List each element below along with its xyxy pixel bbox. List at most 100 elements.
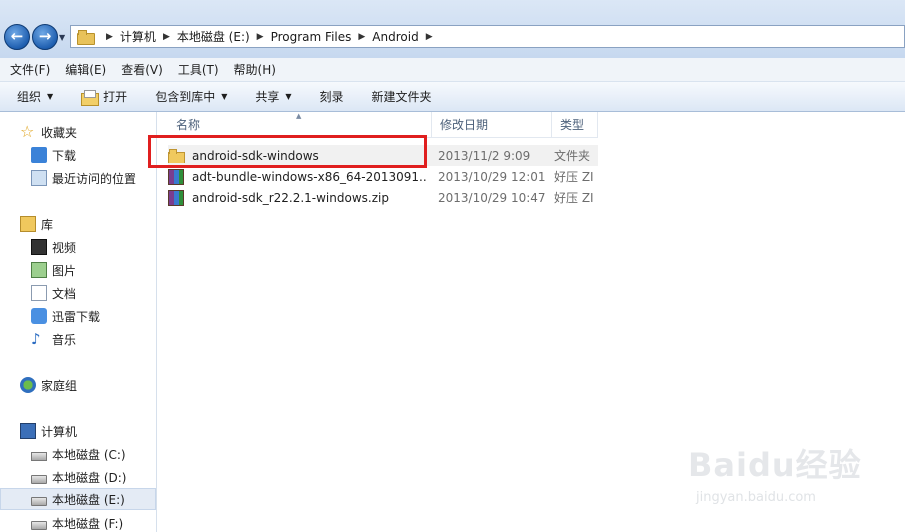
- nav-drive-d[interactable]: 本地磁盘 (D:): [0, 466, 156, 488]
- include-in-library-button[interactable]: 包含到库中 ▼: [155, 88, 227, 105]
- nav-label: 文档: [52, 286, 77, 301]
- nav-label: 本地磁盘 (C:): [52, 447, 126, 462]
- column-date-modified[interactable]: 修改日期: [432, 112, 552, 138]
- include-label: 包含到库中: [155, 90, 216, 104]
- nav-label: 最近访问的位置: [52, 171, 137, 186]
- nav-music[interactable]: ♪ 音乐: [0, 328, 156, 350]
- breadcrumb: ▶ 计算机 ▶ 本地磁盘 (E:) ▶ Program Files ▶ Andr…: [99, 26, 440, 47]
- burn-label: 刻录: [319, 90, 344, 104]
- address-input[interactable]: ▶ 计算机 ▶ 本地磁盘 (E:) ▶ Program Files ▶ Andr…: [70, 25, 905, 48]
- nav-label: 音乐: [52, 332, 77, 347]
- nav-label: 图片: [52, 263, 77, 278]
- drive-icon: [31, 496, 47, 506]
- chevron-right-icon[interactable]: ▶: [419, 32, 440, 42]
- nav-label: 下载: [52, 148, 77, 163]
- chevron-down-icon: ▼: [47, 92, 54, 101]
- nav-homegroup[interactable]: 家庭组: [0, 374, 156, 396]
- zip-archive-icon: [168, 168, 184, 185]
- nav-drive-f[interactable]: 本地磁盘 (F:): [0, 512, 156, 532]
- nav-label: 迅雷下载: [52, 309, 101, 324]
- open-button[interactable]: 打开: [81, 88, 128, 106]
- nav-label: 库: [41, 217, 54, 232]
- forward-button[interactable]: →: [32, 24, 58, 50]
- open-label: 打开: [103, 90, 128, 104]
- nav-label: 本地磁盘 (D:): [52, 470, 127, 485]
- drive-icon: [31, 451, 47, 461]
- chevron-right-icon[interactable]: ▶: [156, 32, 177, 42]
- breadcrumb-computer[interactable]: 计算机: [120, 28, 156, 45]
- recent-pages-dropdown-icon[interactable]: ▼: [59, 33, 65, 42]
- nav-label: 本地磁盘 (E:): [52, 492, 125, 507]
- navigation-pane: ☆ 收藏夹 下载 最近访问的位置 库 视频 图片 文档 迅雷下载 ♪ 音乐 家庭…: [0, 112, 157, 532]
- share-label: 共享: [255, 90, 280, 104]
- nav-drive-e[interactable]: 本地磁盘 (E:): [0, 488, 156, 510]
- chevron-right-icon[interactable]: ▶: [250, 32, 271, 42]
- menu-help[interactable]: 帮助(H): [234, 61, 276, 78]
- pictures-icon: [31, 262, 47, 278]
- nav-libraries[interactable]: 库: [0, 213, 156, 235]
- burn-button[interactable]: 刻录: [320, 88, 344, 105]
- nav-xunlei-downloads[interactable]: 迅雷下载: [0, 305, 156, 327]
- file-row[interactable]: adt-bundle-windows-x86_64-2013091... 201…: [168, 166, 598, 187]
- menu-tools[interactable]: 工具(T): [178, 61, 219, 78]
- music-note-icon: ♪: [31, 330, 41, 348]
- video-icon: [31, 239, 47, 255]
- command-toolbar: 组织 ▼ 打开 包含到库中 ▼ 共享 ▼ 刻录 新建文件夹: [0, 82, 905, 112]
- library-icon: [20, 216, 36, 232]
- forward-arrow-icon: →: [38, 27, 52, 45]
- recent-places-icon: [31, 170, 47, 186]
- document-icon: [31, 285, 47, 301]
- nav-label: 计算机: [41, 424, 78, 439]
- nav-label: 家庭组: [41, 378, 78, 393]
- chevron-right-icon[interactable]: ▶: [351, 32, 372, 42]
- file-name: adt-bundle-windows-x86_64-2013091...: [192, 169, 426, 184]
- share-button[interactable]: 共享 ▼: [255, 88, 291, 105]
- chevron-down-icon: ▼: [285, 92, 292, 101]
- nav-drive-c[interactable]: 本地磁盘 (C:): [0, 443, 156, 465]
- organize-button[interactable]: 组织 ▼: [17, 88, 53, 105]
- file-row[interactable]: android-sdk_r22.2.1-windows.zip 2013/10/…: [168, 187, 598, 208]
- file-date: 2013/10/29 12:01: [438, 169, 546, 184]
- menu-edit[interactable]: 编辑(E): [65, 61, 106, 78]
- breadcrumb-android[interactable]: Android: [372, 30, 418, 44]
- drive-icon: [31, 520, 47, 530]
- back-arrow-icon: ←: [10, 27, 24, 45]
- nav-computer[interactable]: 计算机: [0, 420, 156, 442]
- file-type: 好压 ZI: [554, 170, 594, 184]
- breadcrumb-program-files[interactable]: Program Files: [271, 30, 352, 44]
- nav-pictures[interactable]: 图片: [0, 259, 156, 281]
- breadcrumb-drive-e[interactable]: 本地磁盘 (E:): [177, 28, 250, 45]
- menu-file[interactable]: 文件(F): [10, 61, 50, 78]
- chevron-right-icon[interactable]: ▶: [99, 32, 120, 42]
- nav-favorites[interactable]: ☆ 收藏夹: [0, 121, 156, 143]
- nav-recent-places[interactable]: 最近访问的位置: [0, 167, 156, 189]
- file-date: 2013/11/2 9:09: [438, 148, 531, 163]
- zip-archive-icon: [168, 189, 184, 206]
- star-icon: ☆: [20, 122, 35, 141]
- baidu-jingyan-watermark: Baidu经验 jingyan.baidu.com: [688, 440, 898, 530]
- new-folder-label: 新建文件夹: [371, 90, 432, 104]
- file-name: android-sdk_r22.2.1-windows.zip: [192, 190, 389, 205]
- nav-videos[interactable]: 视频: [0, 236, 156, 258]
- nav-downloads[interactable]: 下载: [0, 144, 156, 166]
- red-highlight-box: [148, 135, 427, 168]
- column-type[interactable]: 类型: [552, 112, 598, 138]
- chevron-down-icon: ▼: [221, 92, 228, 101]
- nav-label: 视频: [52, 240, 77, 255]
- new-folder-button[interactable]: 新建文件夹: [372, 88, 432, 105]
- downloads-icon: [31, 147, 47, 163]
- homegroup-icon: [20, 377, 36, 393]
- nav-label: 收藏夹: [41, 125, 78, 140]
- nav-label: 本地磁盘 (F:): [52, 516, 124, 531]
- menu-view[interactable]: 查看(V): [121, 61, 163, 78]
- xunlei-icon: [31, 308, 47, 324]
- file-type: 文件夹: [554, 149, 591, 163]
- address-bar-area: ← → ▼ ▶ 计算机 ▶ 本地磁盘 (E:) ▶ Program Files …: [0, 0, 905, 58]
- back-button[interactable]: ←: [4, 24, 30, 50]
- watermark-logo: Baidu经验: [688, 446, 862, 484]
- nav-documents[interactable]: 文档: [0, 282, 156, 304]
- organize-label: 组织: [17, 90, 42, 104]
- watermark-url: jingyan.baidu.com: [696, 490, 816, 505]
- open-folder-icon: [81, 89, 100, 106]
- file-date: 2013/10/29 10:47: [438, 190, 546, 205]
